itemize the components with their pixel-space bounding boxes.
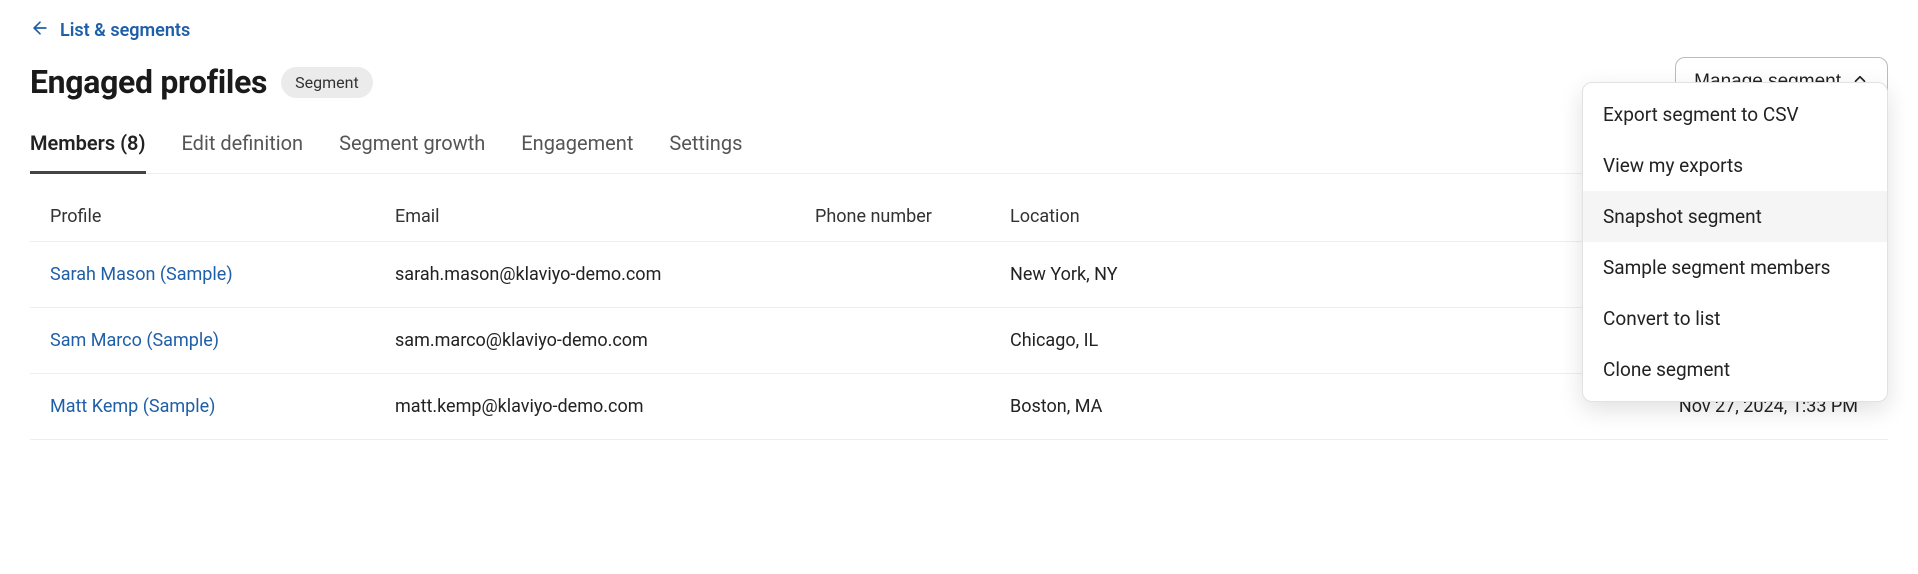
breadcrumb-label: List & segments xyxy=(60,20,190,41)
tab-members-8-[interactable]: Members (8) xyxy=(30,131,146,174)
profile-link[interactable]: Sam Marco (Sample) xyxy=(50,330,219,351)
dropdown-item-export-segment-to-csv[interactable]: Export segment to CSV xyxy=(1583,89,1887,140)
arrow-left-icon xyxy=(30,18,50,43)
email-cell: matt.kemp@klaviyo-demo.com xyxy=(395,396,815,417)
tab-segment-growth[interactable]: Segment growth xyxy=(339,131,485,174)
column-header-profile[interactable]: Profile xyxy=(50,206,395,227)
breadcrumb-back[interactable]: List & segments xyxy=(30,18,190,43)
dropdown-item-convert-to-list[interactable]: Convert to list xyxy=(1583,293,1887,344)
profile-link[interactable]: Sarah Mason (Sample) xyxy=(50,264,233,285)
email-cell: sarah.mason@klaviyo-demo.com xyxy=(395,264,815,285)
location-cell: New York, NY xyxy=(1010,264,1310,285)
profile-link[interactable]: Matt Kemp (Sample) xyxy=(50,396,215,417)
tab-engagement[interactable]: Engagement xyxy=(521,131,633,174)
dropdown-item-view-my-exports[interactable]: View my exports xyxy=(1583,140,1887,191)
dropdown-item-clone-segment[interactable]: Clone segment xyxy=(1583,344,1887,395)
dropdown-item-snapshot-segment[interactable]: Snapshot segment xyxy=(1583,191,1887,242)
location-cell: Chicago, IL xyxy=(1010,330,1310,351)
phone-cell xyxy=(815,330,1010,351)
tab-edit-definition[interactable]: Edit definition xyxy=(182,131,304,174)
page-title: Engaged profiles xyxy=(30,63,267,101)
column-header-phone[interactable]: Phone number xyxy=(815,206,1010,227)
location-cell: Boston, MA xyxy=(1010,396,1310,417)
email-cell: sam.marco@klaviyo-demo.com xyxy=(395,330,815,351)
column-header-email[interactable]: Email xyxy=(395,206,815,227)
column-header-location[interactable]: Location xyxy=(1010,206,1310,227)
phone-cell xyxy=(815,396,1010,417)
tab-settings[interactable]: Settings xyxy=(669,131,742,174)
dropdown-item-sample-segment-members[interactable]: Sample segment members xyxy=(1583,242,1887,293)
manage-segment-dropdown: Export segment to CSVView my exportsSnap… xyxy=(1582,82,1888,402)
phone-cell xyxy=(815,264,1010,285)
type-badge: Segment xyxy=(281,67,373,98)
